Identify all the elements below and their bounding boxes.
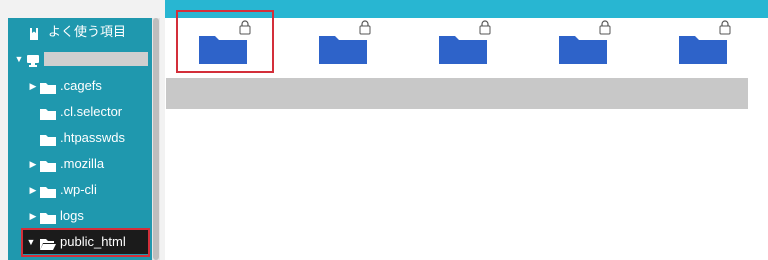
- folder-highlight-box: [176, 10, 274, 73]
- folder-icon: [40, 79, 56, 94]
- tree-item-label: .wp-cli: [60, 182, 97, 197]
- caret-right-icon[interactable]: ▶: [28, 152, 38, 176]
- folder-icon: [40, 157, 56, 172]
- caret-right-icon[interactable]: ▶: [28, 178, 38, 202]
- tree-item-cl-selector[interactable]: .cl.selector: [8, 100, 152, 124]
- folder-item[interactable]: [315, 20, 371, 66]
- folder-icon: [40, 131, 56, 146]
- redacted-root-label: [44, 52, 148, 66]
- tree-item-label: .cl.selector: [60, 104, 123, 119]
- tree-item-htpasswds[interactable]: .htpasswds: [8, 126, 152, 150]
- caret-right-icon[interactable]: ▶: [28, 204, 38, 228]
- redacted-filename-bar: [166, 78, 748, 109]
- tree-item-label: .cagefs: [60, 78, 102, 93]
- selection-highlight-box: [21, 228, 150, 257]
- tree-item-favorites[interactable]: よく使う項目: [8, 20, 152, 44]
- tree-item-label: .htpasswds: [60, 130, 126, 145]
- tree-item-label: logs: [60, 208, 84, 223]
- computer-icon: [26, 52, 42, 67]
- tree-item-label: .mozilla: [60, 156, 105, 171]
- tree-item-logs[interactable]: ▶ logs: [8, 204, 152, 228]
- folder-item[interactable]: [675, 20, 731, 66]
- folder-icon: [40, 183, 56, 198]
- bookmark-icon: [28, 25, 40, 40]
- caret-right-icon[interactable]: ▶: [28, 74, 38, 98]
- folder-tree: よく使う項目 ▼ ▶ .cagefs .cl.selector .htpassw…: [8, 18, 152, 260]
- lock-icon: [719, 20, 731, 35]
- folder-item[interactable]: [435, 20, 491, 66]
- folder-item[interactable]: [555, 20, 611, 66]
- lock-icon: [599, 20, 611, 35]
- tree-item-wp-cli[interactable]: ▶ .wp-cli: [8, 178, 152, 202]
- tree-item-cagefs[interactable]: ▶ .cagefs: [8, 74, 152, 98]
- caret-down-icon[interactable]: ▼: [14, 47, 24, 71]
- folder-icon: [40, 209, 56, 224]
- folder-icon: [40, 105, 56, 120]
- tree-item-label: よく使う項目: [48, 24, 127, 39]
- sidebar-scrollbar-thumb[interactable]: [153, 18, 159, 260]
- lock-icon: [479, 20, 491, 35]
- tree-item-mozilla[interactable]: ▶ .mozilla: [8, 152, 152, 176]
- sidebar: よく使う項目 ▼ ▶ .cagefs .cl.selector .htpassw…: [0, 0, 165, 260]
- lock-icon: [359, 20, 371, 35]
- tree-item-root[interactable]: ▼: [8, 47, 152, 71]
